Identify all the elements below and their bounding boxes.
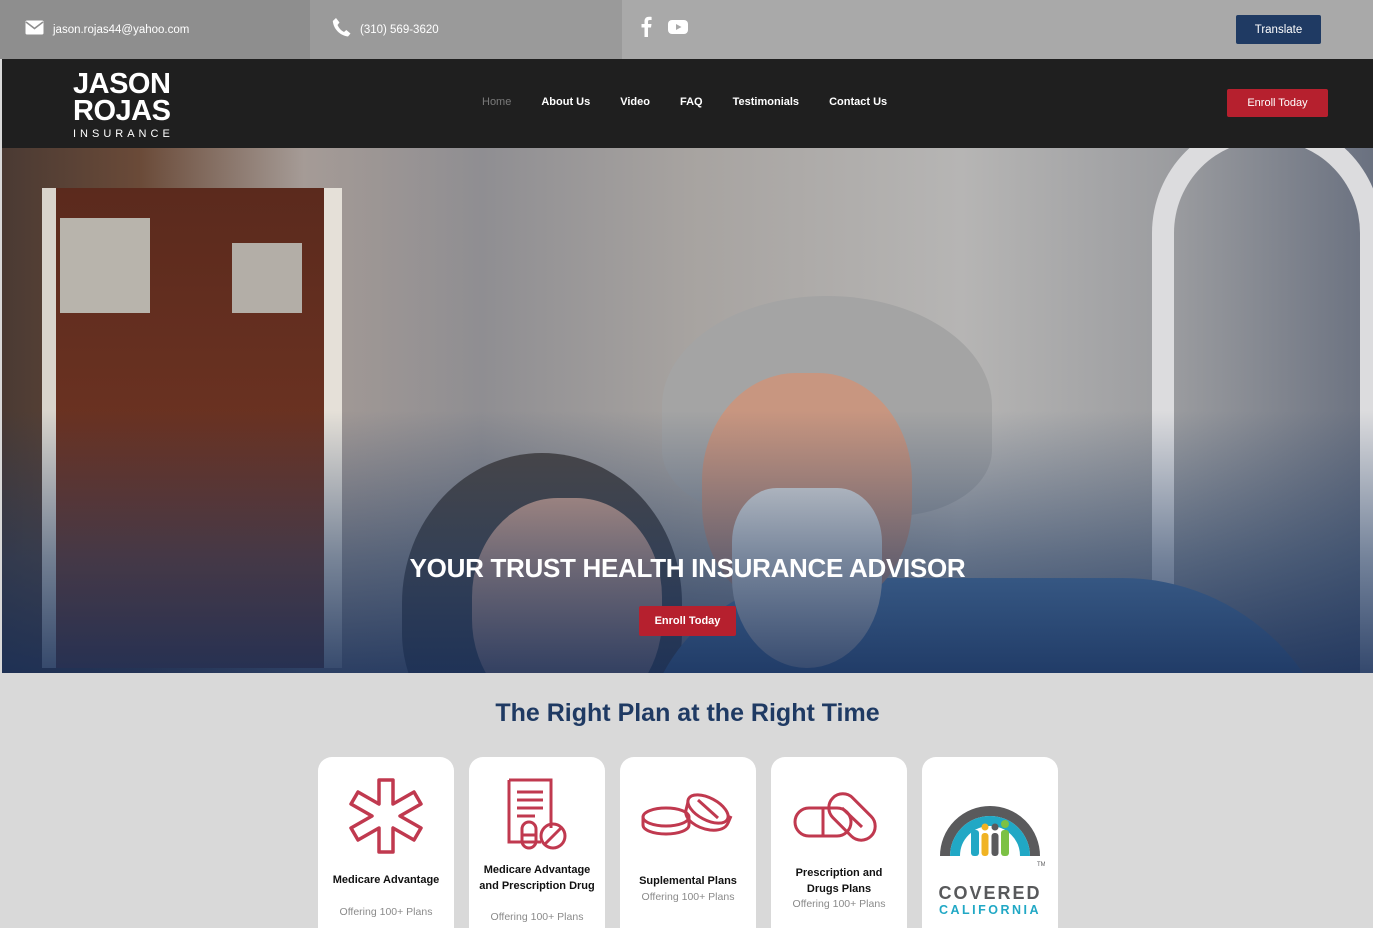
plan-card-supplemental[interactable]: Suplemental Plans Offering 100+ Plans: [620, 757, 756, 928]
hero-title: YOUR TRUST HEALTH INSURANCE ADVISOR: [409, 553, 966, 583]
top-bar: jason.rojas44@yahoo.com (310) 569-3620 T…: [0, 0, 1373, 59]
enroll-today-hero-button[interactable]: Enroll Today: [639, 606, 736, 636]
plan-cards: Medicare Advantage Offering 100+ Plans M…: [318, 757, 1058, 928]
translate-button[interactable]: Translate: [1236, 15, 1321, 44]
plan-card-title: Medicare Advantage: [332, 874, 440, 886]
nav-testimonials[interactable]: Testimonials: [733, 96, 799, 108]
pills-icon: [620, 771, 756, 861]
main-nav: Home About Us Video FAQ Testimonials Con…: [482, 96, 887, 108]
covered-text: COVERED: [938, 883, 1042, 903]
hero-banner: YOUR TRUST HEALTH INSURANCE ADVISOR Enro…: [2, 148, 1373, 673]
plan-card-title: Medicare Advantage and Prescription Drug: [479, 864, 595, 892]
plan-card-prescription-drugs[interactable]: Prescription and Drugs Plans Offering 10…: [771, 757, 907, 928]
site-logo[interactable]: JASON ROJAS INSURANCE: [73, 68, 189, 141]
logo-line-2: ROJAS: [73, 95, 171, 127]
phone-contact[interactable]: (310) 569-3620: [310, 0, 622, 59]
plan-card-subtitle: Offering 100+ Plans: [641, 891, 735, 903]
phone-text[interactable]: (310) 569-3620: [360, 24, 439, 36]
capsule-icon: [771, 771, 907, 861]
medical-star-icon: [318, 771, 454, 861]
plan-card-medicare-prescription[interactable]: Medicare Advantage and Prescription Drug…: [469, 757, 605, 928]
plan-card-covered-california[interactable]: TM COVERED CALIFORNIA: [922, 757, 1058, 928]
covered-california-wordmark: COVERED CALIFORNIA: [922, 883, 1058, 917]
facebook-icon[interactable]: [640, 16, 652, 42]
plan-card-title: Suplemental Plans: [639, 875, 737, 887]
plan-card-subtitle: Offering 100+ Plans: [339, 906, 433, 918]
plan-card-medicare-advantage[interactable]: Medicare Advantage Offering 100+ Plans: [318, 757, 454, 928]
california-text: CALIFORNIA: [938, 903, 1042, 917]
logo-line-1: JASON: [73, 68, 171, 100]
plan-card-title: Prescription and Drugs Plans: [795, 867, 883, 895]
phone-icon: [332, 17, 351, 42]
nav-about-us[interactable]: About Us: [541, 96, 590, 108]
youtube-icon[interactable]: [668, 19, 688, 39]
plan-card-subtitle: Offering 100+ Plans: [792, 898, 886, 910]
covered-california-logo: TM: [922, 775, 1058, 868]
nav-faq[interactable]: FAQ: [680, 96, 703, 108]
section-title: The Right Plan at the Right Time: [495, 699, 880, 727]
plan-card-subtitle: Offering 100+ Plans: [490, 911, 584, 923]
enroll-today-header-button[interactable]: Enroll Today: [1227, 89, 1328, 117]
nav-home[interactable]: Home: [482, 96, 511, 108]
site-header: JASON ROJAS INSURANCE Home About Us Vide…: [2, 59, 1373, 148]
email-contact[interactable]: jason.rojas44@yahoo.com: [0, 0, 310, 59]
envelope-icon: [25, 20, 44, 40]
social-links: [640, 16, 688, 42]
nav-video[interactable]: Video: [620, 96, 650, 108]
plans-section: The Right Plan at the Right Time Medicar…: [2, 673, 1373, 928]
email-text[interactable]: jason.rojas44@yahoo.com: [53, 24, 189, 36]
prescription-icon: [469, 771, 605, 861]
logo-line-3: INSURANCE: [73, 128, 174, 140]
nav-contact-us[interactable]: Contact Us: [829, 96, 887, 108]
trademark-mark: TM: [1037, 862, 1045, 868]
